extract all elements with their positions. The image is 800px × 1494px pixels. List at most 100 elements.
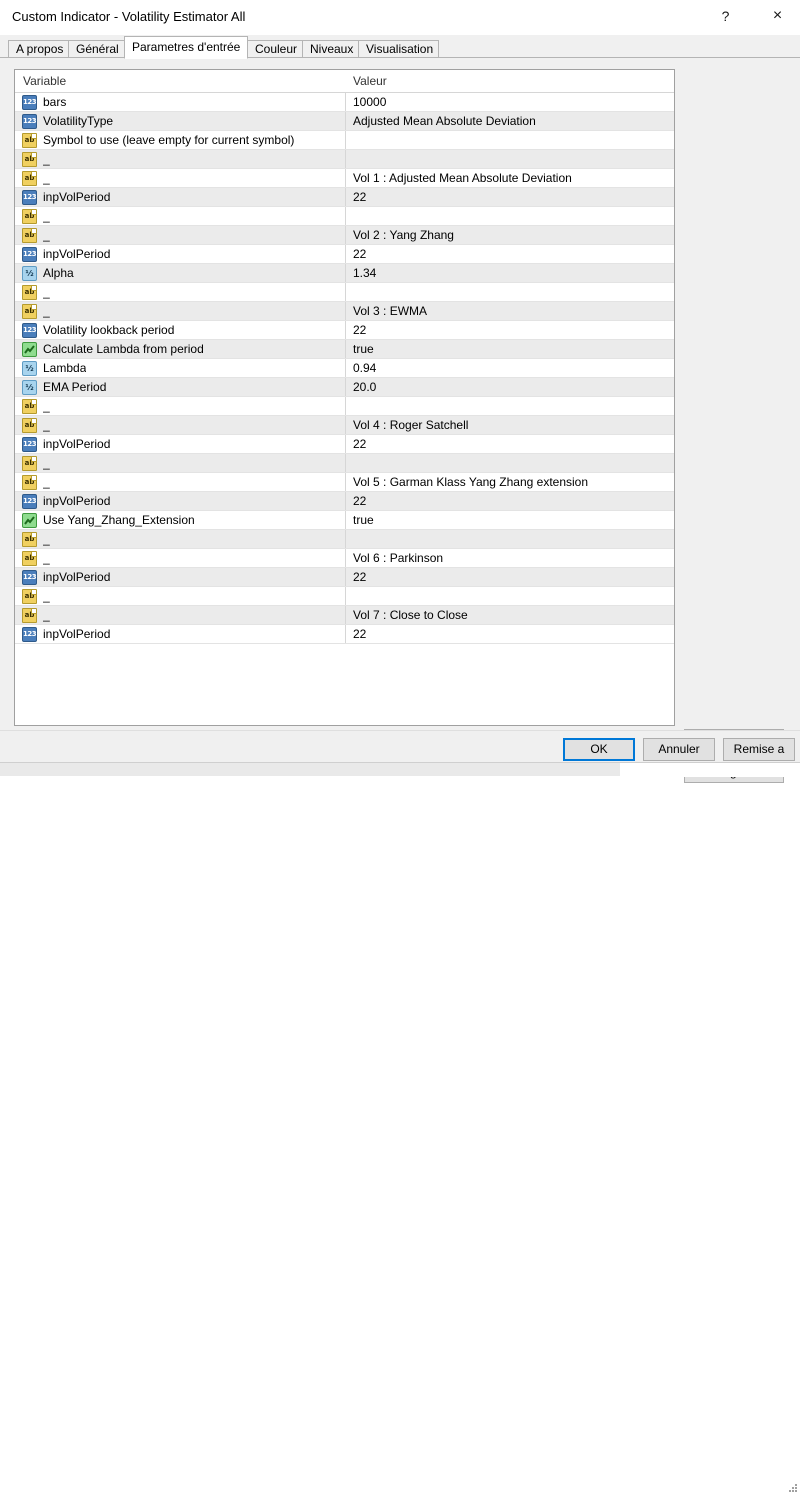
variable-cell: Use Yang_Zhang_Extension [15,511,346,529]
table-row[interactable]: ab_ [15,530,674,549]
table-row[interactable]: Calculate Lambda from periodtrue [15,340,674,359]
value-cell[interactable]: Vol 6 : Parkinson [346,549,674,567]
table-row[interactable]: ab_ [15,207,674,226]
table-row[interactable]: Use Yang_Zhang_Extension true [15,511,674,530]
boolean-type-icon [22,513,37,528]
resize-grip[interactable] [789,1484,799,1494]
column-header-value: Valeur [353,74,387,88]
value-cell[interactable]: true [346,511,674,529]
table-row[interactable]: ab_ [15,283,674,302]
ok-button[interactable]: OK [563,738,635,761]
value-cell[interactable]: Vol 7 : Close to Close [346,606,674,624]
variable-cell: 123inpVolPeriod [15,568,346,586]
table-row[interactable]: ab_ [15,454,674,473]
table-row[interactable]: ab_Vol 1 : Adjusted Mean Absolute Deviat… [15,169,674,188]
close-icon[interactable]: × [755,0,800,32]
value-cell[interactable]: 1.34 [346,264,674,282]
table-row[interactable]: ab_Vol 6 : Parkinson [15,549,674,568]
tab-parametres-d-entr-e[interactable]: Parametres d'entrée [124,36,248,59]
variable-label: inpVolPeriod [43,435,110,453]
variable-cell: ab_ [15,226,346,244]
variable-cell: ab_ [15,302,346,320]
tab-visualisation[interactable]: Visualisation [358,40,439,58]
value-cell[interactable] [346,530,674,548]
table-row[interactable]: 123inpVolPeriod22 [15,188,674,207]
value-cell[interactable]: 22 [346,321,674,339]
value-cell[interactable]: 22 [346,435,674,453]
table-row[interactable]: 123inpVolPeriod22 [15,245,674,264]
table-row[interactable]: ab_Vol 5 : Garman Klass Yang Zhang exten… [15,473,674,492]
value-cell[interactable] [346,207,674,225]
variable-label: inpVolPeriod [43,568,110,586]
variable-cell: ab_ [15,207,346,225]
value-cell[interactable] [346,397,674,415]
table-row[interactable]: ab_ [15,587,674,606]
value-cell[interactable]: 22 [346,625,674,643]
value-cell[interactable]: Adjusted Mean Absolute Deviation [346,112,674,130]
parameters-grid[interactable]: Variable Valeur 123bars10000123Volatilit… [14,69,675,726]
value-cell[interactable] [346,150,674,168]
value-cell[interactable]: 22 [346,245,674,263]
table-row[interactable]: abSymbol to use (leave empty for current… [15,131,674,150]
table-row[interactable]: 123Volatility lookback period22 [15,321,674,340]
value-cell[interactable]: Vol 4 : Roger Satchell [346,416,674,434]
tab-a-propos[interactable]: A propos [8,40,69,58]
string-type-icon: ab [22,228,37,243]
table-row[interactable]: ab_ [15,397,674,416]
variable-label: Volatility lookback period [43,321,174,339]
cancel-button[interactable]: Annuler [643,738,715,761]
variable-label: _ [43,530,50,548]
tab-label: Parametres d'entrée [132,40,240,54]
table-row[interactable]: 123 inpVolPeriod 22 [15,435,674,454]
table-row[interactable]: 123inpVolPeriod22 [15,492,674,511]
resize-grip-dot [792,1490,794,1492]
tab-g-n-ral[interactable]: Général [68,40,125,58]
value-cell[interactable] [346,587,674,605]
variable-cell: ab_ [15,530,346,548]
tab-label: Couleur [255,42,297,56]
variable-cell: 123inpVolPeriod [15,188,346,206]
reset-button[interactable]: Remise a zéro [723,738,795,761]
value-cell[interactable] [346,131,674,149]
table-row[interactable]: ½ EMA Period 20.0 [15,378,674,397]
value-cell[interactable]: 22 [346,188,674,206]
string-type-icon: ab [22,589,37,604]
tab-label: Niveaux [310,42,353,56]
help-icon[interactable]: ? [703,0,748,32]
table-row[interactable]: 123inpVolPeriod22 [15,568,674,587]
table-row[interactable]: ½Lambda0.94 [15,359,674,378]
table-row[interactable]: ab_Vol 4 : Roger Satchell [15,416,674,435]
value-cell[interactable]: Vol 1 : Adjusted Mean Absolute Deviation [346,169,674,187]
integer-type-icon: 123 [22,437,37,452]
tab-label: Général [76,42,119,56]
table-row[interactable]: ½Alpha1.34 [15,264,674,283]
value-cell[interactable]: Vol 5 : Garman Klass Yang Zhang extensio… [346,473,674,491]
value-cell[interactable]: 10000 [346,93,674,111]
variable-label: _ [43,473,50,491]
double-type-icon: ½ [22,380,37,395]
value-cell[interactable] [346,454,674,472]
table-row[interactable]: ab_ [15,150,674,169]
grid-header-row: Variable Valeur [15,70,674,93]
variable-label: _ [43,416,50,434]
value-cell[interactable]: Vol 2 : Yang Zhang [346,226,674,244]
value-cell[interactable]: 20.0 [346,378,674,396]
tab-couleur[interactable]: Couleur [247,40,303,58]
table-row[interactable]: 123inpVolPeriod22 [15,625,674,644]
table-row[interactable]: ab_Vol 2 : Yang Zhang [15,226,674,245]
value-cell[interactable]: Vol 3 : EWMA [346,302,674,320]
variable-label: EMA Period [43,378,106,396]
value-cell[interactable]: 22 [346,568,674,586]
variable-label: Use Yang_Zhang_Extension [43,511,195,529]
value-cell[interactable] [346,283,674,301]
table-row[interactable]: 123VolatilityTypeAdjusted Mean Absolute … [15,112,674,131]
window-title: Custom Indicator - Volatility Estimator … [12,9,245,24]
table-row[interactable]: ab_Vol 7 : Close to Close [15,606,674,625]
value-cell[interactable]: 0.94 [346,359,674,377]
table-row[interactable]: 123bars10000 [15,93,674,112]
variable-cell: 123VolatilityType [15,112,346,130]
value-cell[interactable]: 22 [346,492,674,510]
table-row[interactable]: ab_Vol 3 : EWMA [15,302,674,321]
value-cell[interactable]: true [346,340,674,358]
tab-niveaux[interactable]: Niveaux [302,40,359,58]
